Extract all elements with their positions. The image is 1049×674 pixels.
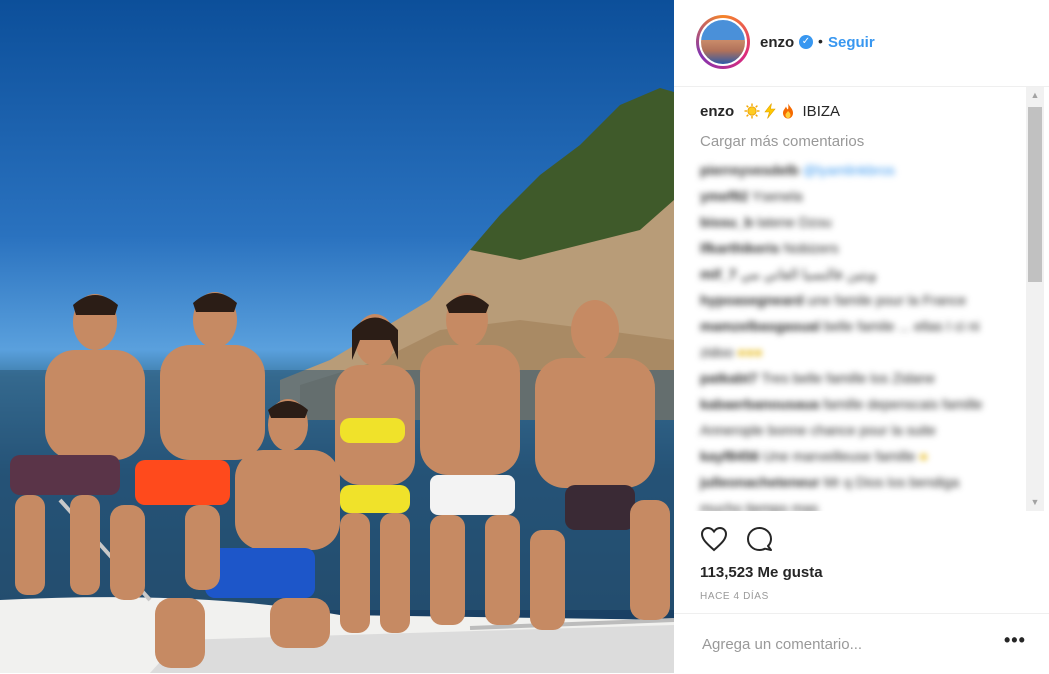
more-options-icon[interactable]: ••• xyxy=(1004,630,1026,651)
comment-row: mamzelbasgasual belle famile ... ellas I… xyxy=(700,318,980,334)
comment-row: ymef92 Ysenela xyxy=(700,188,803,204)
comment-row: kayf8456 Une marveilleuse famille ● xyxy=(700,448,928,464)
scrollbar-thumb[interactable] xyxy=(1028,107,1042,282)
caption: enzo IBIZA xyxy=(700,103,840,120)
likes-count[interactable]: 113,523 Me gusta xyxy=(700,564,823,581)
heart-icon[interactable] xyxy=(700,526,728,552)
follow-button[interactable]: Seguir xyxy=(828,34,875,51)
scroll-up-arrow-icon[interactable]: ▲ xyxy=(1026,87,1044,104)
header-username[interactable]: enzo xyxy=(760,34,794,51)
comment-row: Annerople bonne chance pour la suite xyxy=(700,422,936,438)
fire-emoji-icon xyxy=(783,103,794,119)
comment-icon[interactable] xyxy=(746,526,773,552)
post-header: enzo ✓ • Seguir xyxy=(674,0,1049,87)
comment-row: hypoasegneard une famile pour la France xyxy=(700,292,967,308)
verified-badge-icon: ✓ xyxy=(799,35,813,49)
comment-row: mucho tiempo mas xyxy=(700,500,819,511)
comments-scrollbar[interactable]: ▲ ▼ xyxy=(1026,87,1044,511)
comment-row: zidoo ●●● xyxy=(700,344,763,360)
load-more-comments-button[interactable]: Cargar más comentarios xyxy=(700,133,864,150)
avatar[interactable] xyxy=(696,15,750,69)
blurred-comments: pierreyvesdelb @lyamlinkbros ymef92 Ysen… xyxy=(700,157,1020,511)
caption-text: IBIZA xyxy=(802,103,841,120)
post-timestamp[interactable]: HACE 4 DÍAS xyxy=(700,591,769,602)
lightning-emoji-icon xyxy=(764,103,776,119)
comment-row: bissu_b latene Dzou xyxy=(700,214,832,230)
comment-row: mif_7 ويتين فالنسيا العاتي مي xyxy=(700,266,877,282)
add-comment-bar: ••• xyxy=(674,613,1049,674)
header-separator: • xyxy=(818,33,823,49)
caption-username[interactable]: enzo xyxy=(700,103,734,120)
comment-row: julleonacheteneur Mr q Dios los bendiga xyxy=(700,474,960,490)
comment-row: pierreyvesdelb @lyamlinkbros xyxy=(700,162,895,178)
comments-list[interactable]: enzo IBIZA Cargar más comentarios pierre… xyxy=(674,87,1026,511)
comment-row: lfkarthikeris Nobizers xyxy=(700,240,839,256)
comment-row: kabaerbanousaua famille depenscais famil… xyxy=(700,396,983,412)
scroll-down-arrow-icon[interactable]: ▼ xyxy=(1026,494,1044,511)
post-sidebar: enzo ✓ • Seguir enzo IBIZA Cargar más co… xyxy=(674,0,1049,673)
avatar-image xyxy=(699,18,747,66)
sun-emoji-icon xyxy=(744,103,760,119)
comment-row: patkabt7 Tres belle famille los Zidane xyxy=(700,370,935,386)
add-comment-input[interactable] xyxy=(700,632,994,656)
post-photo[interactable] xyxy=(0,0,674,673)
photo-scene xyxy=(0,88,674,673)
